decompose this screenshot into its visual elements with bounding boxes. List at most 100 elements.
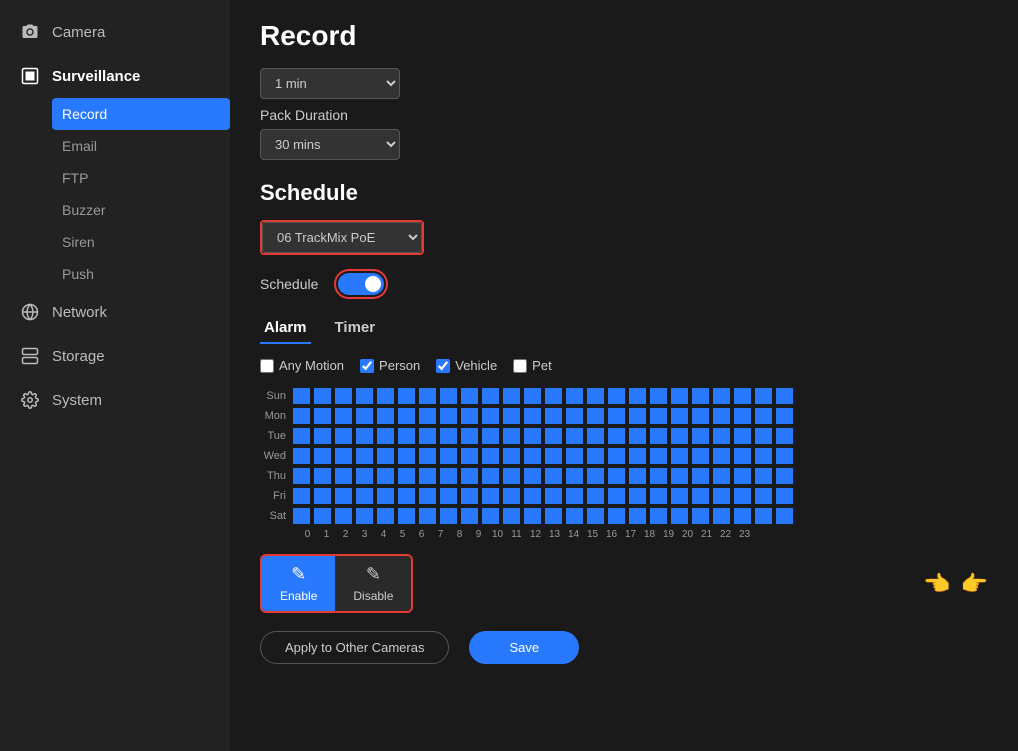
grid-cell-mon-23[interactable] — [775, 407, 794, 425]
grid-cell-sat-18[interactable] — [670, 507, 689, 525]
grid-cell-sat-14[interactable] — [586, 507, 605, 525]
grid-cell-mon-18[interactable] — [670, 407, 689, 425]
sidebar-item-ftp[interactable]: FTP — [52, 162, 230, 194]
grid-cell-mon-22[interactable] — [754, 407, 773, 425]
tab-timer[interactable]: Timer — [331, 313, 380, 344]
grid-cell-wed-10[interactable] — [502, 447, 521, 465]
grid-cell-sat-13[interactable] — [565, 507, 584, 525]
grid-cell-wed-14[interactable] — [586, 447, 605, 465]
grid-cell-sun-3[interactable] — [355, 387, 374, 405]
grid-cell-sat-0[interactable] — [292, 507, 311, 525]
grid-cell-tue-18[interactable] — [670, 427, 689, 445]
grid-cell-thu-22[interactable] — [754, 467, 773, 485]
grid-cell-mon-11[interactable] — [523, 407, 542, 425]
grid-cell-fri-7[interactable] — [439, 487, 458, 505]
grid-cell-sun-1[interactable] — [313, 387, 332, 405]
grid-cell-fri-22[interactable] — [754, 487, 773, 505]
checkbox-vehicle[interactable]: Vehicle — [436, 358, 497, 373]
grid-cell-mon-3[interactable] — [355, 407, 374, 425]
grid-cell-sun-13[interactable] — [565, 387, 584, 405]
grid-cell-thu-2[interactable] — [334, 467, 353, 485]
grid-cell-mon-12[interactable] — [544, 407, 563, 425]
grid-cell-mon-6[interactable] — [418, 407, 437, 425]
grid-cell-tue-11[interactable] — [523, 427, 542, 445]
grid-cell-thu-13[interactable] — [565, 467, 584, 485]
grid-cell-tue-22[interactable] — [754, 427, 773, 445]
grid-cell-tue-3[interactable] — [355, 427, 374, 445]
grid-cell-mon-7[interactable] — [439, 407, 458, 425]
grid-cell-tue-13[interactable] — [565, 427, 584, 445]
checkbox-any-motion-input[interactable] — [260, 359, 274, 373]
grid-cell-mon-17[interactable] — [649, 407, 668, 425]
grid-cell-thu-10[interactable] — [502, 467, 521, 485]
grid-cell-sat-22[interactable] — [754, 507, 773, 525]
grid-cell-wed-20[interactable] — [712, 447, 731, 465]
grid-cell-wed-2[interactable] — [334, 447, 353, 465]
grid-cell-tue-14[interactable] — [586, 427, 605, 445]
grid-cell-fri-8[interactable] — [460, 487, 479, 505]
grid-cell-mon-0[interactable] — [292, 407, 311, 425]
grid-cell-fri-5[interactable] — [397, 487, 416, 505]
grid-cell-fri-3[interactable] — [355, 487, 374, 505]
grid-cell-mon-14[interactable] — [586, 407, 605, 425]
grid-cell-sun-8[interactable] — [460, 387, 479, 405]
grid-cell-wed-0[interactable] — [292, 447, 311, 465]
grid-cell-mon-20[interactable] — [712, 407, 731, 425]
grid-cell-wed-21[interactable] — [733, 447, 752, 465]
grid-cell-tue-7[interactable] — [439, 427, 458, 445]
grid-cell-sun-12[interactable] — [544, 387, 563, 405]
grid-cell-thu-16[interactable] — [628, 467, 647, 485]
grid-cell-sat-23[interactable] — [775, 507, 794, 525]
grid-cell-fri-6[interactable] — [418, 487, 437, 505]
grid-cell-wed-22[interactable] — [754, 447, 773, 465]
sidebar-item-storage[interactable]: Storage — [0, 334, 230, 378]
forward-arrow[interactable]: 👉 — [961, 571, 988, 597]
grid-cell-sun-19[interactable] — [691, 387, 710, 405]
grid-cell-sat-12[interactable] — [544, 507, 563, 525]
grid-cell-wed-16[interactable] — [628, 447, 647, 465]
grid-cell-thu-19[interactable] — [691, 467, 710, 485]
grid-cell-sat-5[interactable] — [397, 507, 416, 525]
enable-button[interactable]: ✎ Enable — [262, 556, 335, 611]
grid-cell-wed-1[interactable] — [313, 447, 332, 465]
grid-cell-sun-9[interactable] — [481, 387, 500, 405]
grid-cell-sun-22[interactable] — [754, 387, 773, 405]
grid-cell-mon-19[interactable] — [691, 407, 710, 425]
sidebar-item-system[interactable]: System — [0, 378, 230, 422]
grid-cell-thu-3[interactable] — [355, 467, 374, 485]
grid-cell-mon-10[interactable] — [502, 407, 521, 425]
grid-cell-tue-19[interactable] — [691, 427, 710, 445]
grid-cell-thu-15[interactable] — [607, 467, 626, 485]
sidebar-item-network[interactable]: Network — [0, 290, 230, 334]
grid-cell-sun-18[interactable] — [670, 387, 689, 405]
grid-cell-mon-15[interactable] — [607, 407, 626, 425]
grid-cell-sun-6[interactable] — [418, 387, 437, 405]
sidebar-item-siren[interactable]: Siren — [52, 226, 230, 258]
grid-cell-mon-21[interactable] — [733, 407, 752, 425]
grid-cell-fri-2[interactable] — [334, 487, 353, 505]
grid-cell-fri-13[interactable] — [565, 487, 584, 505]
grid-cell-fri-9[interactable] — [481, 487, 500, 505]
grid-cell-tue-12[interactable] — [544, 427, 563, 445]
grid-cell-sat-7[interactable] — [439, 507, 458, 525]
grid-cell-thu-18[interactable] — [670, 467, 689, 485]
grid-cell-fri-20[interactable] — [712, 487, 731, 505]
grid-cell-tue-4[interactable] — [376, 427, 395, 445]
grid-cell-wed-8[interactable] — [460, 447, 479, 465]
grid-cell-sun-23[interactable] — [775, 387, 794, 405]
grid-cell-thu-17[interactable] — [649, 467, 668, 485]
grid-cell-wed-7[interactable] — [439, 447, 458, 465]
grid-cell-sun-15[interactable] — [607, 387, 626, 405]
grid-cell-fri-10[interactable] — [502, 487, 521, 505]
grid-cell-sat-9[interactable] — [481, 507, 500, 525]
grid-cell-sat-3[interactable] — [355, 507, 374, 525]
grid-cell-wed-13[interactable] — [565, 447, 584, 465]
grid-cell-tue-23[interactable] — [775, 427, 794, 445]
grid-cell-thu-6[interactable] — [418, 467, 437, 485]
sidebar-item-surveillance[interactable]: Surveillance — [0, 54, 230, 98]
grid-cell-mon-13[interactable] — [565, 407, 584, 425]
grid-cell-sat-4[interactable] — [376, 507, 395, 525]
checkbox-pet-input[interactable] — [513, 359, 527, 373]
grid-cell-thu-5[interactable] — [397, 467, 416, 485]
grid-cell-tue-6[interactable] — [418, 427, 437, 445]
